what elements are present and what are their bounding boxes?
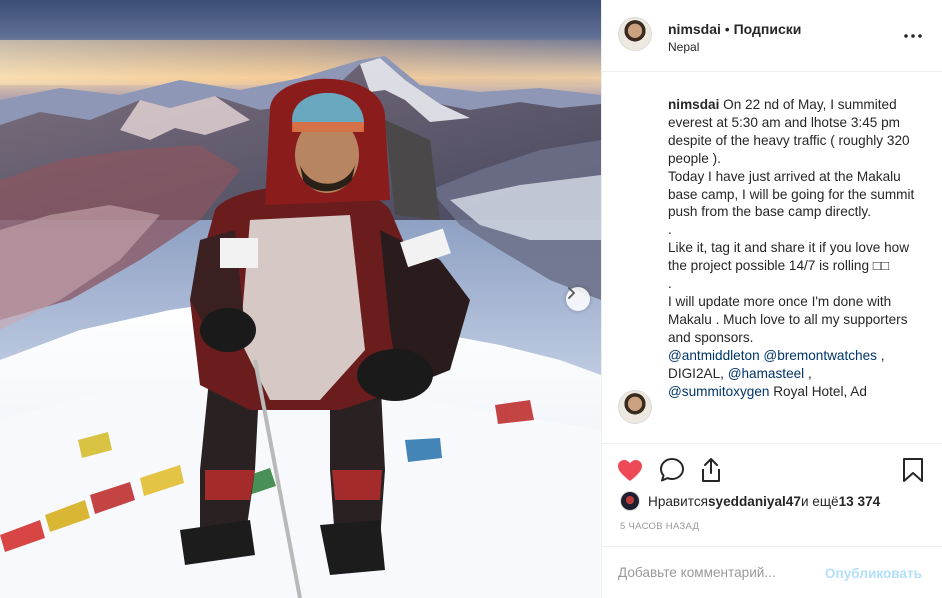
mention-link[interactable]: @antmiddleton (668, 348, 760, 363)
like-button[interactable] (616, 457, 644, 483)
post-location[interactable]: Nepal (668, 40, 699, 54)
mountain-photo (0, 40, 601, 598)
save-button[interactable] (899, 457, 927, 483)
caption-text: On 22 nd of May, I summited everest at 5… (668, 97, 915, 345)
comment-icon (660, 458, 684, 482)
likes-summary: Нравится syeddaniyal47 и ещё 13 374 (620, 491, 880, 511)
post-header: nimsdai • Подписки Nepal (602, 0, 942, 72)
caption-text: , (807, 365, 812, 381)
comment-box: Опубликовать (602, 546, 942, 598)
publish-button[interactable]: Опубликовать (825, 566, 922, 581)
more-options-button[interactable] (903, 26, 923, 46)
likes-prefix: Нравится (648, 493, 708, 509)
follow-separator: • (724, 21, 730, 37)
author-avatar[interactable] (618, 17, 652, 51)
author-username[interactable]: nimsdai (668, 21, 721, 37)
caption-username[interactable]: nimsdai (668, 97, 719, 112)
liker-username[interactable]: syeddaniyal47 (708, 494, 801, 509)
action-bar (602, 445, 942, 493)
share-icon (702, 458, 720, 482)
caption-area: nimsdai On 22 nd of May, I summited ever… (602, 72, 942, 444)
chevron-right-icon (568, 287, 575, 299)
header-username-row: nimsdai • Подписки (668, 21, 801, 37)
post-side-panel: nimsdai • Подписки Nepal nimsdai On 22 n… (601, 0, 942, 598)
bookmark-icon (903, 458, 923, 482)
comment-button[interactable] (658, 457, 686, 483)
likes-count[interactable]: 13 374 (839, 494, 881, 509)
comment-input[interactable] (618, 565, 818, 580)
mention-link[interactable]: @hamasteel (728, 366, 805, 381)
liker-avatar[interactable] (620, 491, 640, 511)
post-caption: nimsdai On 22 nd of May, I summited ever… (668, 96, 924, 400)
mention-link[interactable]: @summitoxygen (668, 384, 769, 399)
more-horizontal-icon (904, 34, 922, 38)
heart-filled-icon (618, 459, 642, 481)
likes-middle: и ещё (800, 493, 839, 509)
carousel-next-button[interactable] (566, 287, 590, 311)
post-photo[interactable] (0, 0, 601, 598)
caption-author-avatar[interactable] (618, 390, 652, 424)
caption-text: Royal Hotel, Ad (769, 383, 867, 399)
follow-status-button[interactable]: Подписки (734, 21, 802, 37)
post-timestamp[interactable]: 5 часов назад (620, 521, 699, 532)
mention-link[interactable]: @bremontwatches (763, 348, 877, 363)
share-button[interactable] (697, 457, 725, 483)
